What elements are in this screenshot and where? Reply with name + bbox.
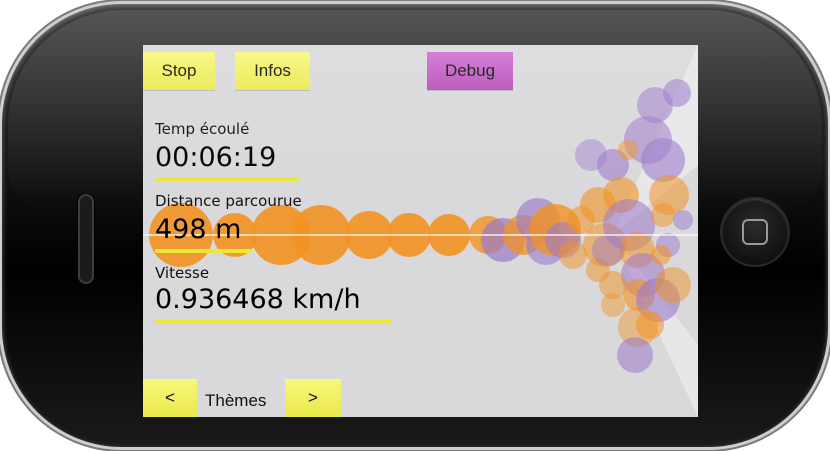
elapsed-value: 00:06:19 <box>155 142 277 173</box>
bubble <box>601 293 625 317</box>
themes-prev-button[interactable]: < <box>143 379 197 417</box>
speed-label: Vitesse <box>155 264 210 282</box>
distance-underline <box>155 249 251 253</box>
distance-value: 498 m <box>155 214 242 245</box>
infos-button[interactable]: Infos <box>235 52 310 90</box>
themes-label: Thèmes <box>205 391 267 410</box>
bubble <box>617 337 653 373</box>
bubble <box>592 234 624 266</box>
bubble <box>641 138 685 182</box>
bubble <box>663 79 691 107</box>
bubble <box>651 203 675 227</box>
stop-button[interactable]: Stop <box>143 52 215 90</box>
distance-label: Distance parcourue <box>155 192 302 210</box>
home-button[interactable] <box>722 199 788 265</box>
speaker-grille <box>78 194 94 284</box>
bubble <box>559 241 587 269</box>
bubble <box>651 245 671 265</box>
elapsed-underline <box>155 177 299 181</box>
themes-next-button[interactable]: > <box>285 379 341 417</box>
elapsed-label: Temp écoulé <box>155 120 250 138</box>
phone-frame: Stop Infos Debug Temp écoulé 00:06:19 Di… <box>2 4 828 447</box>
speed-underline <box>155 319 391 323</box>
app-screen: Stop Infos Debug Temp écoulé 00:06:19 Di… <box>143 45 698 417</box>
debug-button[interactable]: Debug <box>427 52 513 90</box>
bubble <box>575 139 607 171</box>
bubble <box>618 140 638 160</box>
speed-value: 0.936468 km/h <box>155 284 361 315</box>
bubble <box>673 210 693 230</box>
bubble <box>655 267 691 303</box>
home-square-icon <box>742 219 768 245</box>
